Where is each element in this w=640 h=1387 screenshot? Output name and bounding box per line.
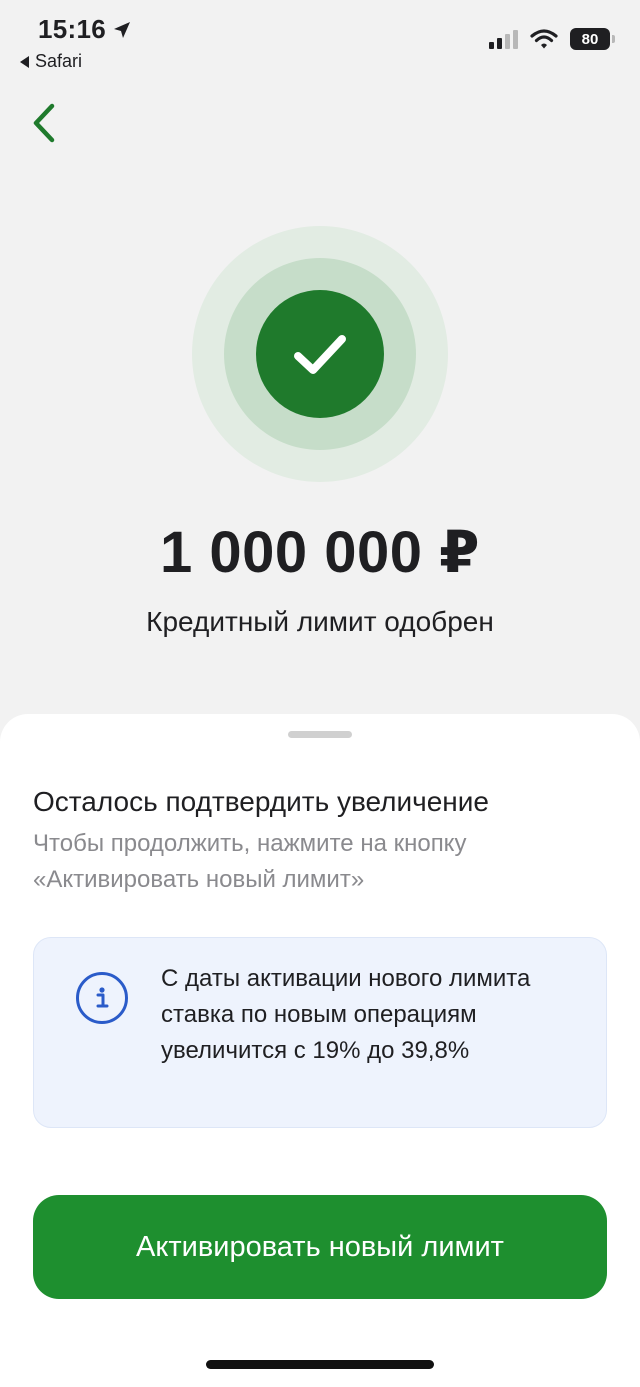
wifi-icon: [530, 29, 558, 49]
nav-back-button[interactable]: [28, 100, 68, 146]
battery-level: 80: [581, 30, 599, 48]
back-to-app-label: Safari: [35, 51, 83, 71]
chevron-left-icon: [33, 103, 55, 143]
back-triangle-icon: [20, 55, 29, 68]
back-to-app[interactable]: Safari: [20, 51, 82, 72]
battery-icon: 80: [570, 28, 615, 50]
sheet-description: Чтобы продолжить, нажмите на кнопку «Акт…: [33, 830, 467, 893]
home-indicator[interactable]: [206, 1360, 434, 1369]
bottom-sheet: Осталось подтвердить увеличение Чтобы пр…: [0, 714, 640, 1387]
sheet-title: Осталось подтвердить увеличение: [33, 786, 489, 817]
status-time-text: 15:16: [38, 14, 106, 44]
info-notice-text: С даты активации нового лимита ставка по…: [161, 965, 531, 1064]
screen: 15:16 Safari 80 1 000 000 ₽ Кредитный ли…: [0, 0, 640, 1387]
location-arrow-icon: [114, 21, 130, 38]
success-badge: [256, 290, 384, 418]
status-indicators: 80: [489, 28, 615, 50]
check-icon: [294, 335, 346, 374]
info-icon: [76, 972, 128, 1024]
sheet-grabber-handle[interactable]: [288, 731, 352, 738]
status-time: 15:16: [38, 14, 132, 45]
activate-new-limit-button[interactable]: Активировать новый лимит: [33, 1195, 607, 1299]
info-notice: С даты активации нового лимита ставка по…: [33, 937, 607, 1128]
cellular-signal-icon: [489, 29, 518, 49]
approved-amount: 1 000 000 ₽: [160, 520, 480, 585]
approved-message: Кредитный лимит одобрен: [146, 606, 494, 637]
